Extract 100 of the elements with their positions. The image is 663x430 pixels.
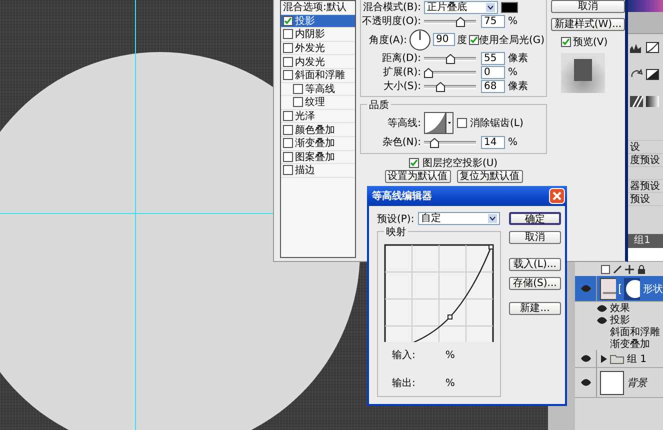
contour-picker[interactable]	[424, 112, 454, 134]
close-icon[interactable]	[549, 188, 565, 204]
push-button[interactable]: 取消	[551, 0, 625, 13]
checkbox[interactable]	[409, 158, 420, 168]
style-list-item[interactable]: 内发光	[281, 55, 355, 69]
push-button[interactable]: 确定	[509, 212, 561, 225]
curve-icon[interactable]	[646, 42, 659, 53]
checkbox[interactable]	[283, 124, 293, 135]
checkbox[interactable]	[283, 16, 293, 26]
push-button[interactable]: 设置为默认值	[384, 170, 450, 183]
checkbox[interactable]	[457, 118, 467, 128]
checkbox[interactable]	[469, 34, 479, 44]
checkbox[interactable]	[561, 37, 571, 47]
checkbox[interactable]	[283, 138, 293, 148]
push-button[interactable]: 取消	[509, 231, 561, 244]
checkbox-label: 使用全局光(G)	[479, 34, 545, 46]
checkbox[interactable]	[283, 152, 293, 162]
effect-name[interactable]: 渐变叠加	[610, 337, 650, 351]
eye-icon[interactable]	[597, 316, 607, 324]
unit-label: %	[508, 16, 518, 26]
preview-thumbnail	[561, 53, 605, 93]
field-label: 等高线:	[386, 116, 421, 130]
value-field[interactable]: 75	[481, 14, 505, 28]
style-list-item[interactable]: 外发光	[281, 42, 355, 56]
unit-label: %	[508, 66, 518, 78]
checkbox[interactable]	[293, 84, 303, 94]
style-list-item[interactable]: 内阴影	[281, 28, 355, 42]
window-title: 等高线编辑器	[372, 189, 432, 203]
style-list-item[interactable]: 斜面和浮雕	[281, 68, 355, 83]
checkbox[interactable]	[283, 29, 293, 40]
push-button[interactable]: 存储(S)...	[509, 277, 561, 290]
unit-label: 度	[457, 34, 467, 46]
slider-thumb[interactable]	[430, 138, 440, 148]
value-field[interactable]: 68	[481, 80, 505, 92]
field-label: 大小(S):	[382, 80, 421, 93]
style-list-item[interactable]: 光泽	[281, 110, 355, 124]
gradient-icon[interactable]	[646, 96, 659, 107]
layer-name: 形状	[642, 282, 663, 296]
push-button[interactable]: 载入(L)...	[509, 258, 561, 271]
checkbox[interactable]	[283, 70, 293, 80]
lock-icon[interactable]	[637, 264, 646, 274]
effect-name[interactable]: 投影	[610, 313, 630, 327]
push-button[interactable]: 复位为默认值	[456, 170, 522, 183]
checkbox[interactable]	[283, 43, 293, 54]
folder-icon	[610, 354, 624, 364]
layer-name: 背景	[627, 376, 647, 390]
style-list-item[interactable]: 纹理	[281, 96, 355, 110]
diagonal-icon[interactable]	[630, 96, 643, 107]
effects-label: 效果	[610, 302, 630, 314]
layer-name: 组 1	[627, 352, 647, 366]
brush-icon[interactable]	[613, 264, 622, 274]
style-list-item[interactable]: 投影	[281, 14, 355, 28]
style-list-item[interactable]: 图案叠加	[281, 150, 355, 164]
unit-label: %	[508, 136, 518, 148]
color-swatch[interactable]	[501, 2, 518, 12]
move-icon[interactable]	[625, 264, 634, 274]
eye-icon[interactable]	[580, 355, 590, 362]
effect-name[interactable]: 斜面和浮雕	[610, 325, 660, 339]
unit-label: %	[445, 378, 455, 388]
value-field[interactable]: 55	[481, 52, 505, 64]
group-title: 品质	[367, 98, 391, 112]
curve-graph[interactable]	[384, 244, 494, 342]
checkbox-label: 预览(V)	[573, 36, 608, 49]
field-label: 输出:	[392, 376, 416, 390]
checkbox[interactable]	[283, 165, 293, 176]
checkbox[interactable]	[283, 56, 293, 67]
checkbox[interactable]	[283, 111, 293, 122]
preset-dropdown[interactable]: 自定	[418, 212, 500, 225]
blend-mode-dropdown[interactable]: 正片叠底	[424, 0, 498, 14]
style-list-item[interactable]: 颜色叠加	[281, 123, 355, 137]
checkerboard-icon[interactable]	[601, 264, 610, 274]
hue-bar	[628, 0, 663, 12]
checkbox[interactable]	[293, 97, 303, 108]
collapsed-triangle-icon[interactable]	[600, 354, 607, 362]
field-label: 混合模式(B):	[362, 0, 421, 14]
style-list-item[interactable]: 渐变叠加	[281, 136, 355, 151]
layer-thumbnail	[600, 370, 624, 394]
slider-thumb[interactable]	[456, 16, 466, 26]
histogram-icon[interactable]	[630, 42, 643, 53]
layer-row[interactable]: 组 1	[575, 350, 663, 368]
blend-field[interactable]	[628, 248, 663, 262]
value-field[interactable]: 0	[481, 66, 505, 78]
slider-thumb[interactable]	[436, 82, 446, 92]
checkbox-label: 图层挖空投影(U)	[422, 156, 498, 170]
eye-icon[interactable]	[580, 379, 590, 386]
slider-thumb[interactable]	[446, 54, 454, 64]
push-button[interactable]: 新建样式(W)...	[551, 18, 625, 31]
style-list-item[interactable]: 等高线	[281, 82, 355, 96]
value-field[interactable]: 90	[433, 33, 455, 46]
value-field[interactable]: 14	[481, 136, 505, 148]
layer-row[interactable]: 形状	[575, 276, 663, 302]
style-list-item[interactable]: 描边	[281, 164, 355, 178]
triangle-icon[interactable]	[646, 69, 659, 80]
layer-thumbnail	[600, 278, 616, 300]
angle-dial[interactable]	[409, 28, 431, 50]
push-button[interactable]: 新建...	[509, 302, 561, 315]
eye-icon[interactable]	[597, 304, 607, 312]
slider-thumb[interactable]	[424, 68, 433, 78]
panel-tab[interactable]: 组1	[628, 234, 663, 248]
layer-row[interactable]: 背景	[575, 368, 663, 398]
